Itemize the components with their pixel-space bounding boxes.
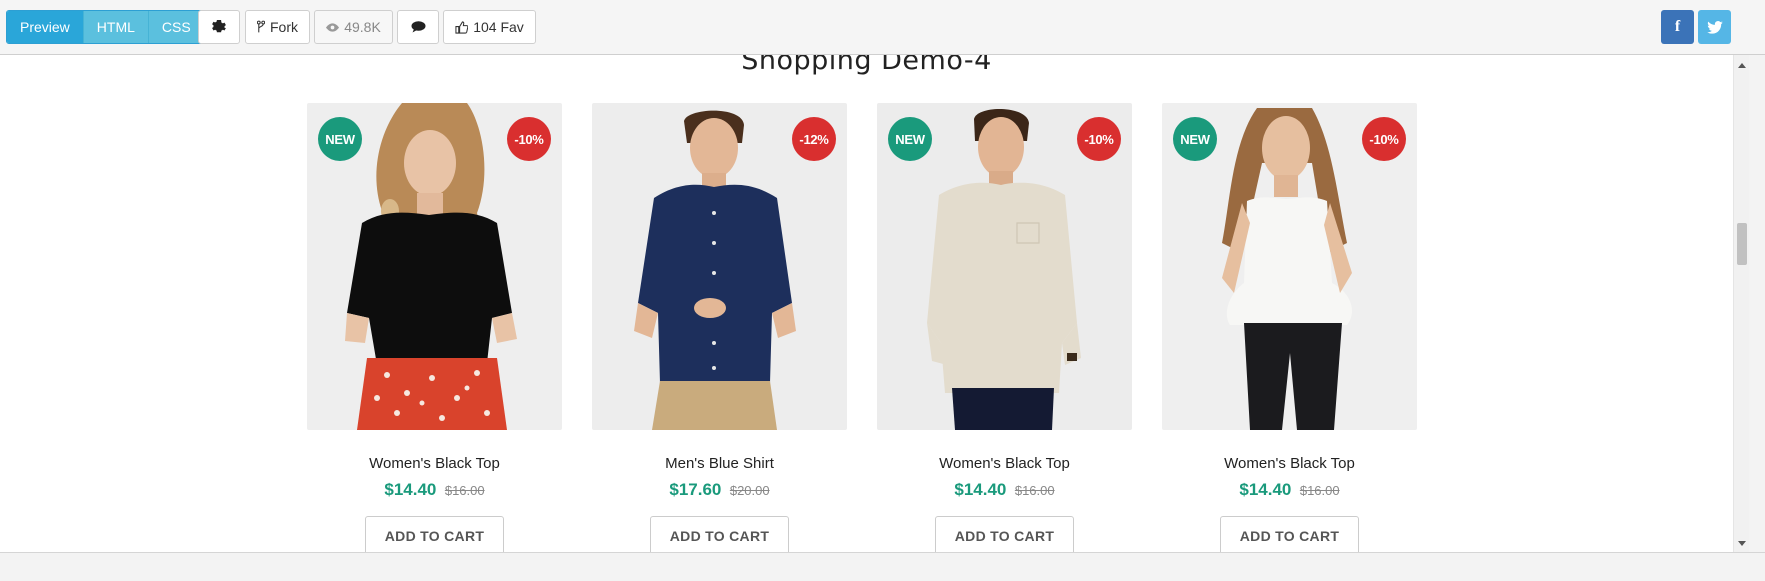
product-card: NEW -10% Women's Black Top $14.40 $16.00… — [877, 103, 1132, 552]
fav-label: 104 Fav — [473, 19, 524, 35]
fork-label: Fork — [270, 19, 298, 35]
settings-button[interactable] — [198, 10, 240, 44]
discount-badge: -12% — [792, 117, 836, 161]
editor-toolbar: Preview HTML CSS Fork 49.8K 104 Fav f — [0, 0, 1765, 55]
product-name[interactable]: Women's Black Top — [307, 455, 562, 472]
product-card: -12% Men's Blue Shirt $17.60 $20.00 ADD … — [592, 103, 847, 552]
preview-scrollbar[interactable] — [1733, 55, 1749, 552]
view-tab-group: Preview HTML CSS — [6, 10, 205, 44]
views-counter: 49.8K — [314, 10, 393, 44]
current-price: $17.60 — [669, 480, 722, 499]
add-to-cart-button[interactable]: ADD TO CART — [650, 516, 789, 552]
add-to-cart-button[interactable]: ADD TO CART — [365, 516, 504, 552]
new-badge: NEW — [318, 117, 362, 161]
tab-css[interactable]: CSS — [148, 11, 204, 43]
product-image[interactable]: NEW -10% — [1162, 103, 1417, 430]
twitter-share-button[interactable] — [1698, 10, 1731, 44]
old-price: $16.00 — [1014, 483, 1055, 498]
fork-button[interactable]: Fork — [245, 10, 310, 44]
product-price: $14.40 $16.00 — [877, 480, 1132, 500]
current-price: $14.40 — [954, 480, 1007, 499]
product-name[interactable]: Women's Black Top — [1162, 455, 1417, 472]
discount-badge: -10% — [1077, 117, 1121, 161]
tab-html[interactable]: HTML — [83, 11, 149, 43]
scrollbar-thumb[interactable] — [1737, 223, 1747, 265]
product-image[interactable]: NEW -10% — [307, 103, 562, 430]
product-card: NEW -10% Women's Black Top $14.40 $16.00… — [307, 103, 562, 552]
add-to-cart-button[interactable]: ADD TO CART — [1220, 516, 1359, 552]
tab-preview[interactable]: Preview — [7, 11, 84, 43]
old-price: $20.00 — [729, 483, 770, 498]
below-preview-section — [0, 552, 1765, 581]
product-price: $14.40 $16.00 — [1162, 480, 1417, 500]
discount-badge: -10% — [1362, 117, 1406, 161]
facebook-icon: f — [1674, 18, 1681, 35]
comments-button[interactable] — [397, 10, 439, 44]
product-image[interactable]: NEW -10% — [877, 103, 1132, 430]
product-name[interactable]: Women's Black Top — [877, 455, 1132, 472]
discount-badge: -10% — [507, 117, 551, 161]
views-count: 49.8K — [344, 19, 381, 35]
fav-button[interactable]: 104 Fav — [443, 10, 536, 44]
scroll-up-arrow-icon[interactable] — [1738, 63, 1746, 68]
old-price: $16.00 — [444, 483, 485, 498]
old-price: $16.00 — [1299, 483, 1340, 498]
fork-icon — [257, 20, 265, 33]
facebook-share-button[interactable]: f — [1661, 10, 1694, 44]
current-price: $14.40 — [384, 480, 437, 499]
preview-frame: Shopping Demo-4 NEW -10% Women's Black T… — [0, 55, 1733, 552]
thumbs-up-icon — [455, 20, 469, 34]
product-name[interactable]: Men's Blue Shirt — [592, 455, 847, 472]
new-badge: NEW — [888, 117, 932, 161]
new-badge: NEW — [1173, 117, 1217, 161]
comment-icon — [411, 21, 425, 33]
product-price: $14.40 $16.00 — [307, 480, 562, 500]
gear-icon — [212, 20, 226, 33]
product-card: NEW -10% Women's Black Top $14.40 $16.00… — [1162, 103, 1417, 552]
scroll-down-arrow-icon[interactable] — [1738, 541, 1746, 546]
add-to-cart-button[interactable]: ADD TO CART — [935, 516, 1074, 552]
product-price: $17.60 $20.00 — [592, 480, 847, 500]
page-title: Shopping Demo-4 — [741, 55, 992, 76]
page-margin — [1749, 55, 1765, 552]
twitter-icon — [1706, 20, 1723, 34]
product-image[interactable]: -12% — [592, 103, 847, 430]
eye-icon — [326, 22, 340, 32]
current-price: $14.40 — [1239, 480, 1292, 499]
